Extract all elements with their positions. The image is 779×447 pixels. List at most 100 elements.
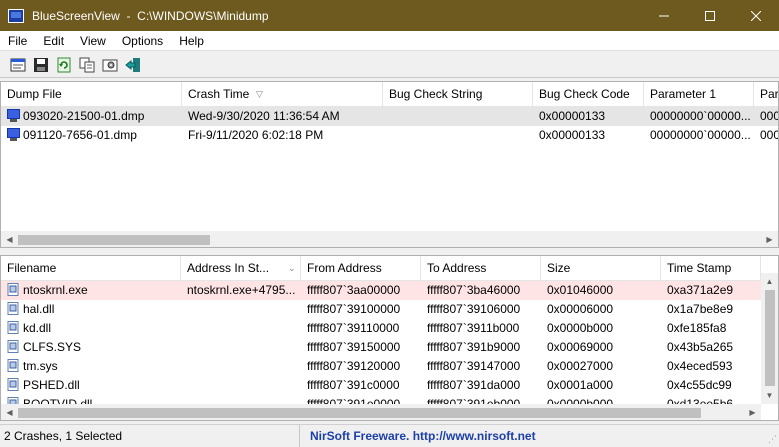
time-stamp: 0xa371a2e9 [667,283,734,297]
resize-grip-icon[interactable]: ⋰ [768,434,777,445]
column-to-address[interactable]: To Address [421,256,541,281]
dump-list-horizontal-scrollbar[interactable]: ◀ ▶ [1,231,778,247]
column-bug-check-code[interactable]: Bug Check Code [533,82,644,107]
window-title: BlueScreenView - C:\WINDOWS\Minidump [32,8,269,23]
to-address: fffff807`3911b000 [427,321,520,335]
driver-row[interactable]: ntoskrnl.exe ntoskrnl.exe+4795... fffff807… [1,281,761,300]
exit-button[interactable] [121,54,144,76]
column-size[interactable]: Size [541,256,661,281]
bug-check-code: 0x00000133 [539,128,606,142]
dump-filename: 093020-21500-01.dmp [23,109,145,123]
column-parameter-2[interactable]: Par [754,82,778,107]
refresh-icon [57,57,70,72]
menu-help[interactable]: Help [171,34,212,48]
menu-options[interactable]: Options [114,34,171,48]
driver-filename: PSHED.dll [23,378,80,392]
driver-file-icon [7,283,19,296]
column-address-in-stack-label: Address In St... [187,261,270,275]
minimize-button[interactable] [641,0,687,31]
driver-row[interactable]: tm.sys fffff807`39120000 fffff807`39147000… [1,357,761,376]
scroll-left-icon[interactable]: ◀ [1,404,18,420]
bluescreen-app-icon [8,8,24,23]
driver-row[interactable]: PSHED.dll fffff807`391c0000 fffff807`391da… [1,376,761,395]
parameter-1: 00000000`00000... [650,128,751,142]
driver-list-vertical-scrollbar[interactable]: ▲ ▼ [761,273,778,404]
nirsoft-link[interactable]: NirSoft Freeware. http://www.nirsoft.net [300,429,536,443]
close-icon [751,10,761,21]
parameter-2: 000 [760,128,779,142]
save-button[interactable] [29,54,52,76]
sort-descending-icon: ▽ [256,89,263,99]
status-bar: 2 Crashes, 1 Selected NirSoft Freeware. … [0,424,779,447]
maximize-button[interactable] [687,0,733,31]
to-address: fffff807`3ba46000 [427,283,521,297]
column-dump-file[interactable]: Dump File [1,82,182,107]
driver-filename: ntoskrnl.exe [23,283,88,297]
menu-edit[interactable]: Edit [35,34,72,48]
copy-button[interactable] [75,54,98,76]
dump-file-list[interactable]: Dump File Crash Time ▽ Bug Check String … [0,81,779,248]
minimize-icon [659,15,669,16]
save-icon [33,57,48,72]
bluescreen-dump-icon [7,109,20,122]
menu-file[interactable]: File [0,34,35,48]
driver-file-icon [7,321,19,334]
column-address-in-stack[interactable]: Address In St... ⌄ [181,256,301,281]
driver-row[interactable]: CLFS.SYS fffff807`39150000 fffff807`391b90… [1,338,761,357]
scroll-right-icon[interactable]: ▶ [761,231,778,247]
address-in-stack [181,300,301,319]
driver-row[interactable]: hal.dll fffff807`39100000 fffff807`3910600… [1,300,761,319]
driver-list[interactable]: Filename Address In St... ⌄ From Address… [0,255,779,421]
driver-file-icon [7,378,19,391]
address-in-stack [181,338,301,357]
options-button[interactable] [98,54,121,76]
driver-size: 0x00006000 [547,302,614,316]
time-stamp: 0x1a7be8e9 [667,302,734,316]
address-in-stack [181,376,301,395]
scroll-right-icon[interactable]: ▶ [744,404,761,420]
sort-indicator-icon: ⌄ [288,263,296,273]
menu-bar: File Edit View Options Help [0,31,779,51]
column-bug-check-string[interactable]: Bug Check String [383,82,533,107]
column-time-stamp[interactable]: Time Stamp [661,256,761,281]
crash-count-status: 2 Crashes, 1 Selected [0,424,300,447]
column-filename[interactable]: Filename [1,256,181,281]
scroll-left-icon[interactable]: ◀ [1,231,18,247]
column-crash-time[interactable]: Crash Time ▽ [182,82,383,107]
column-from-address[interactable]: From Address [301,256,421,281]
address-in-stack: ntoskrnl.exe+4795... [187,283,296,297]
driver-size: 0x00069000 [547,340,614,354]
driver-size: 0x00027000 [547,359,614,373]
dump-row[interactable]: 091120-7656-01.dmp Fri-9/11/2020 6:02:18… [1,126,779,145]
title-bar: BlueScreenView - C:\WINDOWS\Minidump [0,0,779,31]
from-address: fffff807`39120000 [307,359,401,373]
bug-check-code: 0x00000133 [539,109,606,123]
dump-row[interactable]: 093020-21500-01.dmp Wed-9/30/2020 11:36:… [1,107,778,126]
scrollbar-thumb[interactable] [765,290,775,386]
driver-list-horizontal-scrollbar[interactable]: ◀ ▶ [1,404,761,420]
driver-file-icon [7,340,19,353]
menu-view[interactable]: View [72,34,114,48]
refresh-button[interactable] [52,54,75,76]
driver-row[interactable]: kd.dll fffff807`39110000 fffff807`3911b000… [1,319,761,338]
time-stamp: 0x4c55dc99 [667,378,732,392]
crash-time: Fri-9/11/2020 6:02:18 PM [188,128,324,142]
properties-icon [10,58,25,71]
scrollbar-thumb[interactable] [18,235,210,245]
from-address: fffff807`39100000 [307,302,401,316]
driver-filename: hal.dll [23,302,55,316]
to-address: fffff807`391da000 [427,378,521,392]
maximize-icon [705,10,715,21]
scroll-down-icon[interactable]: ▼ [761,387,778,404]
driver-filename: kd.dll [23,321,52,335]
close-button[interactable] [733,0,779,31]
driver-file-icon [7,359,19,372]
address-in-stack [181,357,301,376]
scroll-up-icon[interactable]: ▲ [761,273,778,290]
driver-size: 0x0000b000 [547,321,614,335]
scrollbar-thumb[interactable] [18,408,701,418]
properties-button[interactable] [6,54,29,76]
column-parameter-1[interactable]: Parameter 1 [644,82,754,107]
options-icon [102,59,117,71]
parameter-1: 00000000`00000... [650,109,751,123]
